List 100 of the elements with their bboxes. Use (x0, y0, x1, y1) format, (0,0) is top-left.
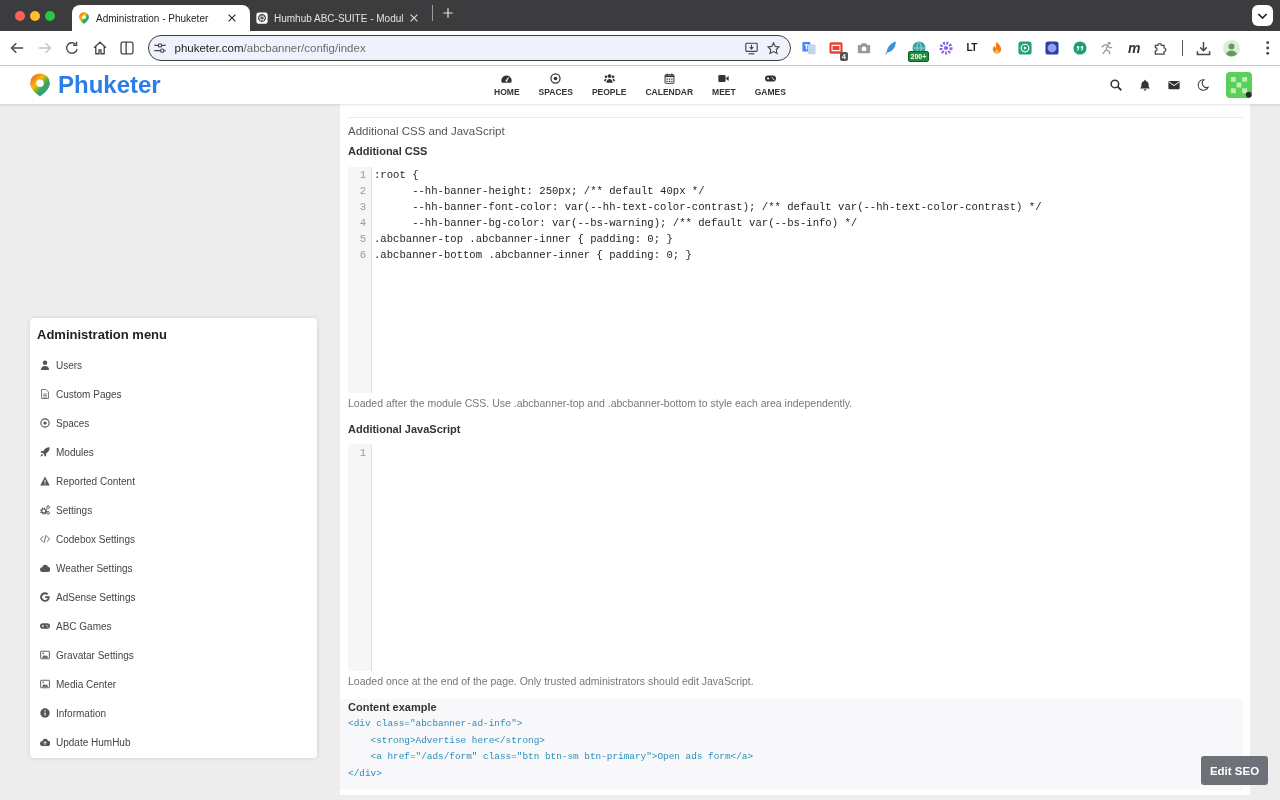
close-icon[interactable] (228, 14, 236, 22)
code-line: :root { (374, 168, 419, 183)
menu-item[interactable]: Information (30, 698, 317, 728)
users-icon (603, 73, 615, 84)
menu-item[interactable]: Modules (30, 437, 317, 467)
field-label: Additional CSS (348, 144, 428, 158)
home-icon[interactable] (92, 41, 107, 55)
new-tab-icon[interactable] (442, 8, 453, 18)
menu-item[interactable]: Gravatar Settings (30, 640, 317, 670)
menu-item[interactable]: ABC Games (30, 611, 317, 641)
moon-icon[interactable] (1197, 79, 1209, 91)
split-view-icon[interactable] (120, 41, 134, 55)
target-icon (40, 418, 50, 428)
install-icon[interactable] (744, 41, 758, 55)
nav-link[interactable]: PEOPLE (582, 73, 636, 97)
menu-item[interactable]: Spaces (30, 408, 317, 438)
browser-tab[interactable]: Administration - Phuketer (72, 5, 250, 31)
window-minimize-icon[interactable] (30, 10, 40, 21)
cogs-icon (40, 505, 50, 515)
window-close-icon[interactable] (15, 10, 25, 21)
user-icon (40, 360, 50, 370)
runner-icon[interactable] (1100, 41, 1115, 55)
logo-text[interactable]: Phuketer (58, 71, 161, 99)
menu-icon[interactable] (1266, 41, 1270, 55)
play-icon[interactable] (1018, 41, 1032, 55)
menu-item[interactable]: Codebox Settings (30, 524, 317, 554)
line-number: 1 (358, 168, 366, 183)
nav-link[interactable]: CALENDAR (635, 73, 703, 97)
circle-tile-icon[interactable] (1045, 41, 1060, 55)
code-line: <a href="/ads/form" class="btn btn-sm btn-primary">Open ads form</a> (369, 750, 754, 764)
g-icon (40, 592, 50, 602)
puzzle-icon[interactable] (1153, 41, 1168, 55)
warning-icon (40, 476, 50, 486)
menu-item[interactable]: Weather Settings (30, 553, 317, 583)
menu-title: Administration menu (36, 326, 168, 344)
section-title: Additional CSS and JavaScript (348, 124, 505, 139)
cloud-upload-icon (40, 737, 50, 747)
line-number: 5 (358, 232, 366, 247)
browser-tab[interactable]: Humhub ABC-SUITE - Modul (250, 5, 432, 31)
image-icon (40, 650, 50, 660)
menu-item[interactable]: Settings (30, 495, 317, 525)
chevron-icon (1258, 12, 1267, 19)
back-icon[interactable] (10, 41, 24, 55)
rocket-icon (40, 447, 50, 457)
line-number: 1 (358, 446, 366, 461)
menu-item[interactable]: Custom Pages (30, 379, 317, 409)
flower-icon[interactable] (939, 41, 953, 55)
edit-seo-button[interactable]: Edit SEO (1201, 756, 1268, 785)
map-pin-icon (78, 12, 90, 24)
cloud-icon (40, 563, 50, 573)
tune-icon[interactable] (153, 42, 166, 54)
code-line: --hh-banner-font-color: var(--hh-text-color-contrast); /** default var(--hh-text-color-contrast) */ (411, 200, 1042, 215)
menu-item[interactable]: Users (30, 350, 317, 380)
nav-link[interactable]: SPACES (529, 73, 583, 97)
feather-icon[interactable] (884, 41, 898, 55)
example-title: Content example (348, 700, 437, 714)
mail-app-icon[interactable] (829, 41, 843, 55)
quote-icon[interactable] (1073, 41, 1087, 55)
logo-pin-icon[interactable] (28, 72, 52, 98)
code-line: --hh-banner-height: 250px; /** default 40px */ (411, 184, 705, 199)
avatar-icon[interactable] (1226, 72, 1252, 98)
search-icon[interactable] (1110, 79, 1122, 91)
code-line: <strong>Advertise here</strong> (369, 733, 545, 748)
profile-avatar-icon[interactable] (1223, 39, 1241, 57)
tab-list-button[interactable] (1252, 5, 1273, 26)
gamepad-icon (764, 73, 776, 84)
code-icon (40, 534, 50, 544)
menu-item[interactable]: Reported Content (30, 466, 317, 496)
translate-icon[interactable] (801, 41, 816, 55)
code-line: .abcbanner-top .abcbanner-inner { padding: 0; } (374, 232, 673, 247)
menu-item[interactable]: Media Center (30, 669, 317, 699)
field-label: Additional JavaScript (348, 422, 461, 436)
messages-icon[interactable] (1168, 79, 1180, 91)
camera-icon[interactable] (856, 41, 871, 55)
extension-button[interactable]: m (1128, 41, 1141, 55)
menu-item[interactable]: Update HumHub (30, 727, 317, 757)
gamepad-icon (40, 621, 50, 631)
reload-icon[interactable] (65, 41, 79, 55)
code-line: </div> (348, 766, 382, 781)
nav-link[interactable]: HOME (484, 73, 530, 97)
notifications-icon[interactable] (1139, 79, 1151, 91)
address-bar[interactable]: phuketer.com/abcbanner/config/index (147, 35, 791, 61)
wheel-icon (256, 12, 268, 24)
window-zoom-icon[interactable] (45, 10, 55, 21)
line-number: 2 (358, 184, 366, 199)
line-number: 6 (358, 248, 366, 263)
line-number: 4 (358, 216, 366, 231)
menu-item[interactable]: AdSense Settings (30, 582, 317, 612)
download-icon[interactable] (1196, 40, 1212, 56)
star-icon[interactable] (766, 41, 780, 55)
calendar-icon (663, 73, 675, 84)
image-icon (40, 679, 50, 689)
help-text: Loaded once at the end of the page. Only trusted administrators should edit JavaScript. (348, 674, 754, 688)
code-line: <div class="abcbanner-ad-info"> (348, 717, 523, 731)
line-number: 3 (358, 200, 366, 215)
info-icon (40, 708, 50, 718)
code-line: .abcbanner-bottom .abcbanner-inner { padding: 0; } (374, 248, 692, 263)
nav-link[interactable]: GAMES (745, 73, 796, 97)
extension-button[interactable]: LT (966, 41, 977, 55)
nav-link[interactable]: MEET (702, 73, 746, 97)
